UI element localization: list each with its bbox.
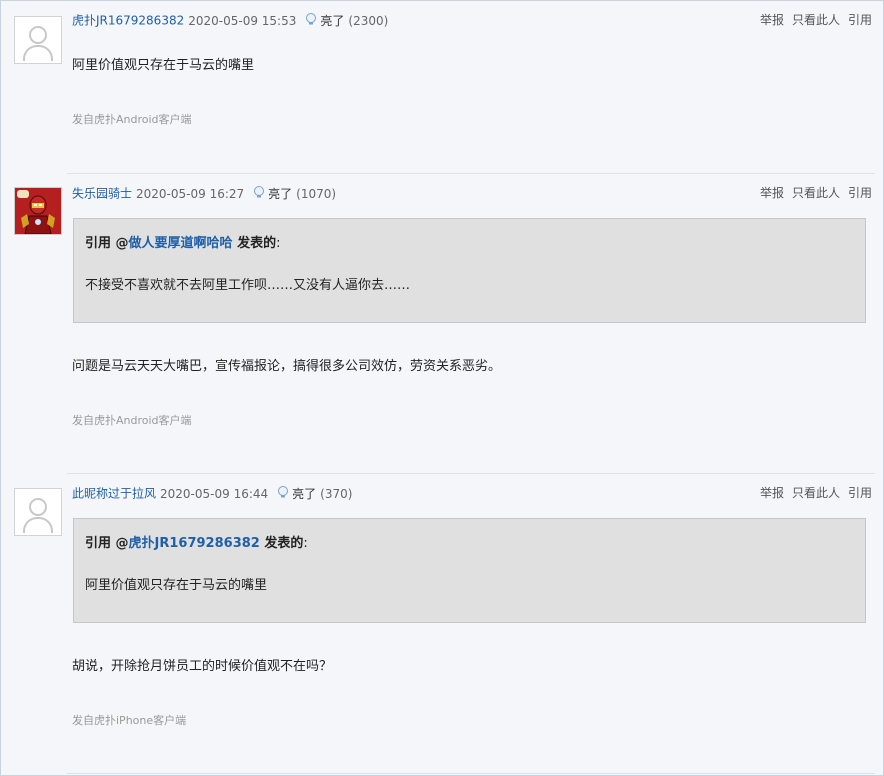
lightbulb-icon[interactable] [252,185,266,203]
post-time: 2020-05-09 15:53 [188,13,297,28]
light-count: (2300) [348,13,389,28]
username-link[interactable]: 失乐园骑士 [72,187,132,201]
username-link[interactable]: 虎扑JR1679286382 [72,14,184,28]
avatar-default-icon[interactable] [14,488,62,536]
quote-header: 引用 @虎扑JR1679286382 发表的: [85,532,308,551]
light-button[interactable]: 亮了 [268,187,292,201]
quoted-user-link[interactable]: 做人要厚道啊哈哈 [129,236,233,251]
username-link[interactable]: 此昵称过于拉风 [72,487,156,501]
post-source: 发自虎扑Android客户端 [72,414,192,427]
divider [67,773,875,774]
quote-button[interactable]: 引用 [848,186,872,200]
quote-suffix: 发表的 [259,536,304,551]
report-button[interactable]: 举报 [760,186,784,200]
post-time: 2020-05-09 16:44 [160,486,269,501]
light-button[interactable]: 亮了 [320,14,344,28]
report-button[interactable]: 举报 [760,13,784,27]
quote-prefix: 引用 @ [85,236,129,251]
light-count: (1070) [296,186,337,201]
quote-text: 阿里价值观只存在于马云的嘴里 [85,578,268,593]
avatar-default-icon[interactable] [14,16,62,64]
post-source: 发自虎扑iPhone客户端 [72,714,187,727]
lightbulb-icon[interactable] [276,485,290,503]
light-count: (370) [320,486,353,501]
post-source: 发自虎扑Android客户端 [72,113,192,126]
divider [67,173,875,174]
divider [67,473,875,474]
report-button[interactable]: 举报 [760,486,784,500]
ironman-avatar-icon[interactable] [14,187,62,235]
quote-prefix: 引用 @ [85,536,129,551]
quote-suffix: 发表的 [232,236,277,251]
quote-colon: : [276,236,281,251]
quote-header: 引用 @做人要厚道啊哈哈 发表的: [85,232,280,251]
light-button[interactable]: 亮了 [292,487,316,501]
post-time: 2020-05-09 16:27 [136,186,245,201]
quote-button[interactable]: 引用 [848,486,872,500]
lightbulb-icon[interactable] [304,12,318,30]
quoted-user-link[interactable]: 虎扑JR1679286382 [129,536,260,551]
only-this-user-button[interactable]: 只看此人 [792,186,840,200]
only-this-user-button[interactable]: 只看此人 [792,486,840,500]
quote-block: 引用 @做人要厚道啊哈哈 发表的: 不接受不喜欢就不去阿里工作呗……又没有人逼你… [73,218,866,323]
only-this-user-button[interactable]: 只看此人 [792,13,840,27]
post-content: 胡说，开除抢月饼员工的时候价值观不在吗？ [72,659,333,674]
quote-colon: : [303,536,308,551]
post-content: 问题是马云天天大嘴巴，宣传福报论，搞得很多公司效仿，劳资关系恶劣。 [72,359,502,374]
post-content: 阿里价值观只存在于马云的嘴里 [72,58,255,73]
quote-text: 不接受不喜欢就不去阿里工作呗……又没有人逼你去…… [85,278,411,293]
quote-block: 引用 @虎扑JR1679286382 发表的: 阿里价值观只存在于马云的嘴里 [73,518,866,623]
quote-button[interactable]: 引用 [848,13,872,27]
